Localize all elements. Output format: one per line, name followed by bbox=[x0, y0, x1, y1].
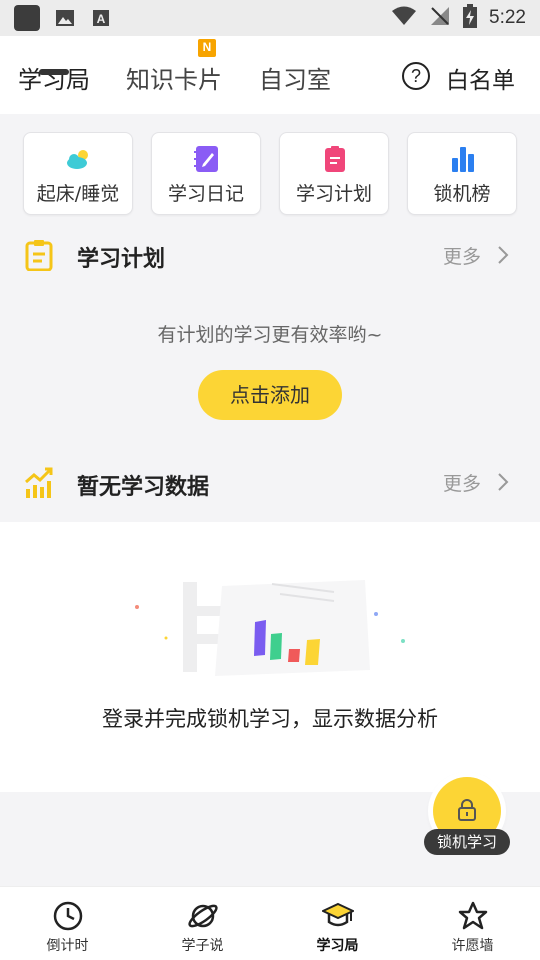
shortcut-wake-sleep[interactable]: 起床/睡觉 bbox=[23, 132, 133, 215]
chevron-right-icon[interactable] bbox=[495, 472, 511, 492]
data-empty-message: 登录并完成锁机学习，显示数据分析 bbox=[102, 707, 438, 731]
signal-off-icon bbox=[429, 5, 451, 31]
nav-wish-wall[interactable]: 许愿墙 bbox=[405, 887, 540, 960]
nav-label: 倒计时 bbox=[46, 938, 89, 954]
shortcut-lock-ranking[interactable]: 锁机榜 bbox=[407, 132, 517, 215]
shortcut-study-plan[interactable]: 学习计划 bbox=[279, 132, 389, 215]
clock-time: 5:22 bbox=[489, 7, 526, 28]
chevron-right-icon[interactable] bbox=[495, 245, 511, 265]
image-icon bbox=[54, 8, 76, 28]
nav-countdown[interactable]: 倒计时 bbox=[0, 887, 135, 960]
tab-study-room[interactable]: 自习室 bbox=[259, 60, 331, 95]
status-bar: A 5:22 bbox=[0, 0, 540, 36]
data-more-link[interactable]: 更多 bbox=[443, 469, 481, 496]
plan-more-link[interactable]: 更多 bbox=[443, 242, 481, 269]
data-section-title: 暂无学习数据 bbox=[77, 475, 210, 500]
active-tab-indicator bbox=[39, 69, 69, 75]
weather-icon bbox=[67, 150, 88, 169]
nav-label: 学子说 bbox=[181, 938, 224, 954]
shortcut-label: 锁机榜 bbox=[433, 183, 491, 205]
star-icon bbox=[458, 901, 488, 930]
lock-icon bbox=[458, 799, 476, 821]
stats-chart-icon bbox=[25, 467, 53, 498]
clipboard-icon bbox=[325, 146, 345, 172]
app-icon bbox=[14, 5, 40, 31]
tab-knowledge-cards[interactable]: 知识卡片 bbox=[126, 60, 222, 95]
nav-label: 学习局 bbox=[316, 938, 359, 954]
nav-label: 许愿墙 bbox=[451, 938, 494, 954]
lock-study-label[interactable]: 锁机学习 bbox=[424, 829, 510, 855]
bar-chart-icon bbox=[452, 147, 474, 172]
whitelist-button[interactable]: 白名单 bbox=[446, 61, 515, 95]
tab-xuexiju[interactable]: 学习局 bbox=[18, 60, 90, 95]
plan-empty-hint: 有计划的学习更有效率哟~ bbox=[157, 324, 383, 346]
bottom-nav: 倒计时 学子说 学习局 许愿墙 bbox=[0, 886, 540, 960]
new-badge: N bbox=[198, 39, 216, 57]
shortcut-label: 起床/睡觉 bbox=[36, 183, 120, 205]
nav-student-talk[interactable]: 学子说 bbox=[135, 887, 270, 960]
data-empty-panel bbox=[0, 522, 540, 792]
nav-study-bureau[interactable]: 学习局 bbox=[270, 887, 405, 960]
plan-clipboard-icon bbox=[25, 240, 53, 271]
notebook-icon bbox=[194, 146, 218, 172]
planet-icon bbox=[188, 904, 218, 928]
add-plan-button[interactable]: 点击添加 bbox=[198, 370, 342, 420]
svg-text:A: A bbox=[97, 12, 106, 26]
plan-section-title: 学习计划 bbox=[77, 247, 166, 272]
help-icon[interactable]: ? bbox=[402, 62, 430, 90]
wifi-icon bbox=[391, 6, 417, 30]
clock-icon bbox=[53, 901, 83, 931]
shortcut-label: 学习计划 bbox=[295, 183, 372, 205]
graduation-cap-icon bbox=[322, 902, 354, 927]
shortcut-study-diary[interactable]: 学习日记 bbox=[151, 132, 261, 215]
battery-icon bbox=[463, 4, 478, 32]
font-icon: A bbox=[90, 8, 112, 28]
shortcut-label: 学习日记 bbox=[167, 183, 244, 205]
